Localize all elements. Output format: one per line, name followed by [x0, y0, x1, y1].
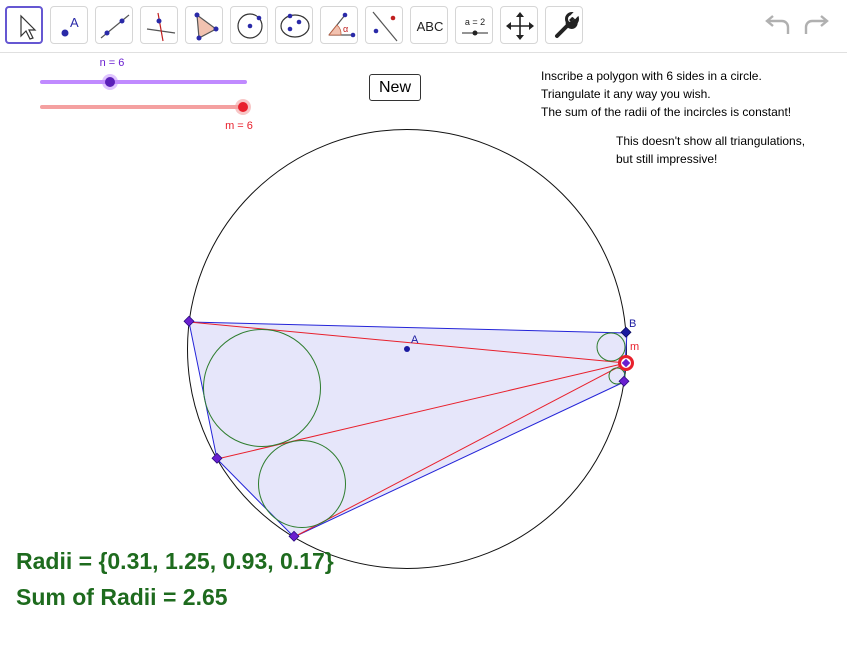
instruction-line: Inscribe a polygon with 6 sides in a cir… — [541, 69, 762, 83]
slider-tool[interactable]: a = 2 — [455, 6, 493, 44]
slider-n-label: n = 6 — [100, 57, 125, 69]
reflect-about-line-icon — [372, 11, 398, 42]
polygon-tool[interactable] — [185, 6, 223, 44]
svg-text:α: α — [343, 24, 348, 34]
toolbar: A α ABC a = 2 — [0, 0, 847, 53]
new-button[interactable]: New — [369, 74, 421, 101]
note-text: This doesn't show all triangulations, bu… — [616, 132, 805, 168]
instructions-text: Inscribe a polygon with 6 sides in a cir… — [541, 67, 791, 121]
slider-n-thumb[interactable] — [105, 77, 115, 87]
move-tool[interactable] — [5, 6, 43, 44]
text-tool[interactable]: ABC — [410, 6, 448, 44]
wrench-icon — [555, 10, 580, 38]
line-tool[interactable] — [95, 6, 133, 44]
note-line: but still impressive! — [616, 152, 718, 166]
conic-tool[interactable] — [275, 6, 313, 44]
slider-icon: a = 2 — [462, 17, 488, 36]
label-b: B — [629, 318, 636, 330]
label-m: m — [630, 341, 639, 353]
circle-tool[interactable] — [230, 6, 268, 44]
circle-center-point-icon — [237, 13, 263, 39]
instruction-line: The sum of the radii of the incircles is… — [541, 105, 792, 119]
slider-m-label: m = 6 — [225, 120, 253, 132]
redo-icon — [804, 15, 829, 34]
point-tool[interactable]: A — [50, 6, 88, 44]
arrow-cursor-icon — [20, 14, 37, 40]
text-icon: ABC — [417, 19, 444, 34]
move-graphics-tool[interactable] — [500, 6, 538, 44]
move-graphics-view-icon — [506, 12, 534, 40]
sum-of-radii: Sum of Radii = 2.65 — [16, 584, 228, 610]
slider-m-thumb[interactable] — [238, 102, 248, 112]
perpendicular-tool[interactable] — [140, 6, 178, 44]
center-point-a[interactable] — [404, 346, 410, 352]
angle-icon: α — [328, 12, 356, 38]
undo-icon — [765, 15, 790, 34]
polygon-icon — [194, 12, 219, 41]
redo-button[interactable] — [798, 12, 834, 40]
reflect-tool[interactable] — [365, 6, 403, 44]
line-through-points-icon — [100, 14, 130, 39]
point-icon: A — [61, 15, 79, 37]
svg-text:A: A — [70, 15, 79, 30]
settings-tool[interactable] — [545, 6, 583, 44]
svg-text:a = 2: a = 2 — [465, 17, 485, 27]
perpendicular-line-icon — [146, 12, 176, 42]
ellipse-icon — [280, 13, 310, 38]
radii-list: Radii = {0.31, 1.25, 0.93, 0.17} — [16, 548, 334, 574]
note-line: This doesn't show all triangulations, — [616, 134, 806, 148]
svg-text:ABC: ABC — [417, 19, 444, 34]
angle-tool[interactable]: α — [320, 6, 358, 44]
instruction-line: Triangulate it any way you wish. — [541, 87, 711, 101]
label-a: A — [411, 334, 419, 346]
undo-button[interactable] — [760, 12, 796, 40]
